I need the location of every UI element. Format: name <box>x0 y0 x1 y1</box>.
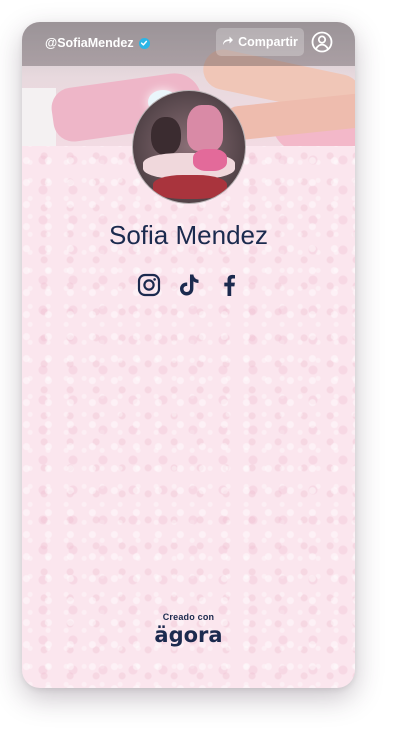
facebook-icon <box>223 274 235 296</box>
footer: Creado con ägora <box>22 612 355 647</box>
social-links <box>22 272 355 298</box>
tiktok-link[interactable] <box>176 272 202 298</box>
share-button[interactable]: Compartir <box>216 28 304 56</box>
profile-handle: @SofiaMendez <box>45 34 150 52</box>
created-with-label: Creado con <box>162 612 215 622</box>
facebook-link[interactable] <box>216 272 242 298</box>
account-button[interactable] <box>311 31 333 53</box>
share-button-label: Compartir <box>238 35 298 49</box>
share-arrow-icon <box>222 35 234 49</box>
tiktok-icon <box>179 274 198 296</box>
profile-name: Sofia Mendez <box>109 220 268 250</box>
handle-text: @SofiaMendez <box>45 36 134 50</box>
verified-badge-icon <box>138 37 150 49</box>
profile-card: @SofiaMendez Compartir Sofia Mendez Crea… <box>22 22 355 688</box>
instagram-icon <box>137 273 160 297</box>
user-circle-icon <box>311 31 333 53</box>
avatar <box>132 90 246 204</box>
brand-logo-link[interactable]: ägora <box>154 623 222 647</box>
instagram-link[interactable] <box>136 272 162 298</box>
